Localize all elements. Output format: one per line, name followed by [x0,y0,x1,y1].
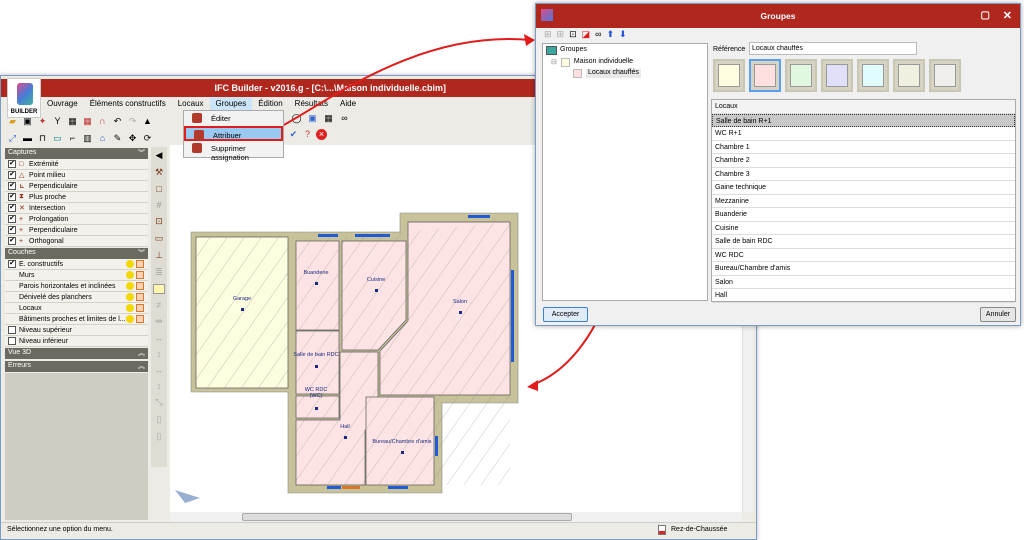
app-icon [541,9,553,21]
group-delete-icon [192,143,202,153]
room-marker[interactable] [343,436,347,439]
tree-node-root[interactable]: Groupes [546,46,587,55]
list-item[interactable]: Gaine technique [712,181,1015,195]
groups-icon [546,46,557,55]
move-up-icon[interactable]: ⬆ [607,29,615,40]
binoculars-icon[interactable]: ∞ [595,29,601,40]
close-button[interactable]: ✕ [1003,9,1012,22]
door [342,486,360,489]
list-item[interactable]: Salle de bain RDC [712,235,1015,249]
room-marker[interactable] [374,289,378,292]
north-arrow-icon [175,490,200,503]
add-group-icon[interactable]: ⊞ [544,29,552,40]
annotation-arrow [281,38,531,127]
list-item[interactable]: Mezzanine [712,195,1015,208]
color-swatch[interactable] [821,59,853,92]
status-text: Sélectionnez une option du menu. [7,526,113,533]
reference-input[interactable] [749,42,917,55]
collapse-icon[interactable]: ⊟ [551,58,557,67]
maximize-button[interactable]: ▢ [981,10,990,21]
group-icon [194,130,204,140]
color-swatch[interactable] [857,59,889,92]
list-item[interactable]: Hall [712,289,1015,303]
menu-item-supprimer-assignation[interactable]: Supprimer assignation [184,141,283,162]
cancel-button[interactable]: Annuler [980,307,1016,322]
dialog-title-bar: Groupes ▢ ✕ [536,4,1020,28]
list-header[interactable]: Locaux [712,100,1015,114]
list-item[interactable]: Salon [712,276,1015,289]
groupes-dialog: Groupes ▢ ✕ ⊞ ⊞ ⊡ ◪ ∞ ⬆ ⬇ Groupes ⊟ Maiso… [535,3,1021,326]
add-subgroup-icon[interactable]: ⊞ [557,29,565,40]
list-item[interactable]: Cuisine [712,222,1015,235]
group-icon [192,113,202,123]
level-icon [658,525,666,535]
dialog-toolbar: ⊞ ⊞ ⊡ ◪ ∞ ⬆ ⬇ [544,29,627,40]
reference-label: Référence [713,46,746,53]
room-label: Salon [452,299,468,305]
room-label: Cuisine [366,277,386,283]
locaux-list: Locaux Salle de bain R+1 WC R+1 Chambre 1C… [711,99,1016,303]
room-marker[interactable] [314,365,318,368]
room-label: Garage [232,296,252,302]
tree-node-maison[interactable]: ⊟ Maison individuelle [551,58,633,67]
list-item[interactable]: Chambre 2 [712,154,1015,168]
delete-icon[interactable]: ◪ [582,29,591,40]
room-label: Hall [340,424,350,430]
room-marker[interactable] [458,311,462,314]
room-label: Bureau/Chambre d'amis [372,439,432,445]
menu-item-editer[interactable]: Éditer [184,111,283,126]
color-swatch[interactable] [749,59,781,92]
color-swatch[interactable] [929,59,961,92]
room-label: (WC) [309,393,323,399]
status-bar: Sélectionnez une option du menu. Rez-de-… [1,522,756,538]
color-swatch[interactable] [893,59,925,92]
room-label: Salle de bain RDC [293,352,339,358]
level-label[interactable]: Rez-de-Chaussée [671,526,727,533]
room-marker[interactable] [240,308,244,311]
groupes-dropdown: Éditer Attribuer Supprimer assignation [183,110,284,162]
list-item[interactable]: Chambre 1 [712,141,1015,154]
list-item[interactable]: Bureau/Chambre d'amis [712,262,1015,276]
room-marker[interactable] [400,451,404,454]
list-item[interactable]: Salle de bain R+1 [712,113,1015,127]
color-swatch-icon [573,69,582,78]
list-item[interactable]: WC RDC [712,249,1015,262]
dialog-title: Groupes [760,11,796,21]
list-item[interactable]: Chambre 3 [712,168,1015,181]
color-swatch-icon [560,58,570,67]
move-down-icon[interactable]: ⬇ [619,29,627,40]
list-item[interactable]: Buanderie [712,208,1015,222]
room-marker[interactable] [314,407,318,410]
groups-tree: Groupes ⊟ Maison individuelle Locaux chau… [542,43,708,301]
new-icon[interactable]: ⊡ [569,29,577,40]
accept-button[interactable]: Accepter [543,307,588,322]
tree-node-locaux-chauffes[interactable]: Locaux chauffés [573,69,641,78]
list-item[interactable]: WC R+1 [712,127,1015,141]
color-swatch[interactable] [785,59,817,92]
color-swatch[interactable] [713,59,745,92]
menu-item-attribuer[interactable]: Attribuer [184,126,283,141]
room-marker[interactable] [314,282,318,285]
room-label: Buanderie [303,270,329,276]
